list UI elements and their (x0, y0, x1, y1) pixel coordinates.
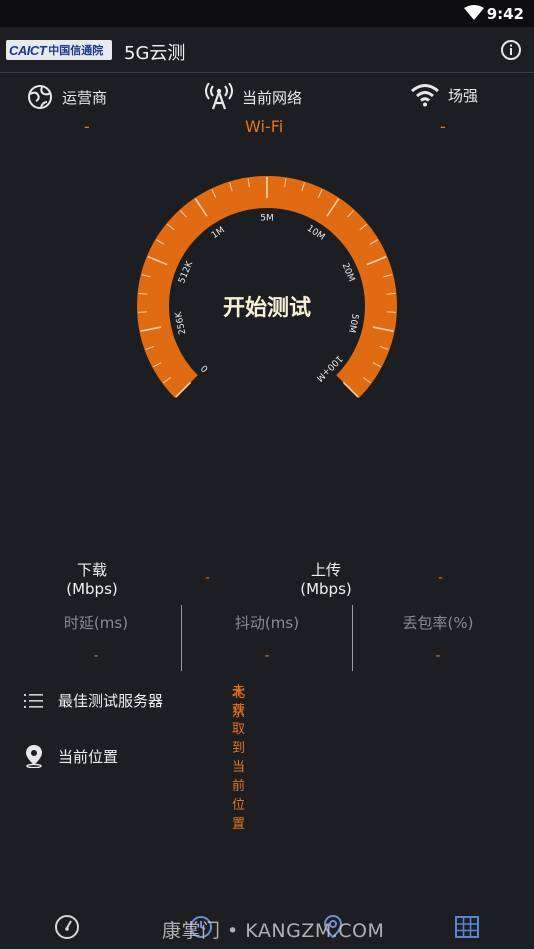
carrier-value: - (84, 117, 90, 136)
signal-metric: 场强 (410, 83, 478, 107)
gauge-tick-label: 0 (199, 362, 210, 373)
location-label: 当前位置 (58, 747, 119, 766)
jitter-label: 抖动(ms) (234, 614, 300, 632)
globe-icon (28, 85, 52, 109)
signal-value: - (440, 117, 446, 136)
carrier-label: 运营商 (62, 88, 108, 107)
app-bar: CAICT 中国信通院 5G云测 (0, 27, 534, 73)
carrier-metric: 运营商 (26, 83, 107, 111)
location-value: 未获取到当前位置 (232, 684, 246, 832)
upload-label: 上传 (Mbps) (300, 561, 352, 598)
gauge-tick-label: 512K (177, 259, 195, 285)
list-icon (24, 693, 43, 708)
download-label: 下载 (Mbps) (66, 561, 118, 598)
start-test-button[interactable]: 开始测试 (167, 290, 367, 322)
packet-loss-label: 丢包率(%) (402, 614, 474, 632)
jitter-value: - (264, 648, 270, 664)
gauge-tick-label: 5M (260, 214, 274, 224)
network-value: Wi-Fi (245, 117, 284, 136)
watermark: 康掌门 • KANGZM.COM (162, 920, 385, 942)
signal-label: 场强 (448, 86, 479, 105)
network-label: 当前网络 (242, 88, 303, 107)
latency-value: - (93, 648, 99, 664)
caict-logo: CAICT 中国信通院 (6, 40, 112, 60)
server-row[interactable]: 最佳测试服务器 北京 (24, 686, 245, 720)
latency-label: 时延(ms) (63, 614, 129, 632)
location-pin-icon (26, 745, 42, 768)
status-time: 9:42 (486, 5, 524, 23)
server-label: 最佳测试服务器 (58, 692, 164, 710)
location-row[interactable]: 当前位置 未获取到当前位置 (24, 684, 245, 832)
gauge-tick-label: 100+M (314, 353, 344, 383)
packet-loss-value: - (435, 648, 441, 664)
antenna-icon (205, 83, 233, 110)
upload-value: - (438, 570, 444, 586)
gauge-tick-label: 1M (210, 225, 227, 241)
speedometer-nav-icon[interactable] (54, 914, 80, 940)
gauge-tick-label: 10M (305, 224, 327, 243)
grid-nav-icon[interactable] (454, 914, 480, 940)
network-metric: 当前网络 (204, 83, 302, 111)
app-title: 5G云测 (124, 43, 186, 64)
wifi-signal-icon (411, 84, 439, 107)
wifi-status-icon (464, 5, 484, 20)
download-value: - (205, 570, 211, 586)
gauge-tick-label: 20M (340, 262, 357, 284)
status-bar: 9:42 (0, 0, 534, 27)
info-icon[interactable] (500, 39, 522, 61)
